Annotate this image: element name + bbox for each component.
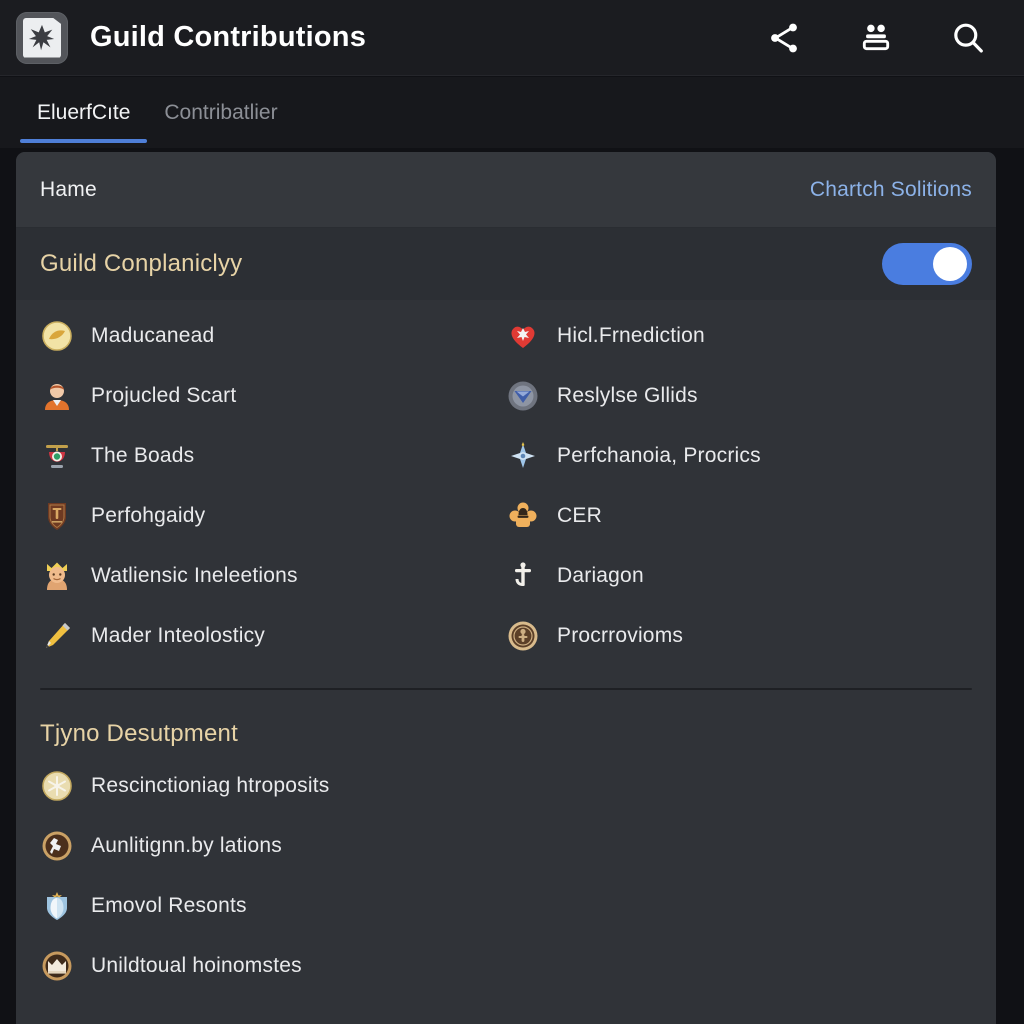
toggle-knob (933, 247, 967, 281)
list-item[interactable]: Maducanead (40, 306, 506, 366)
page-title: Guild Contributions (90, 21, 367, 53)
list-item-label: Hicl.Frnediction (557, 324, 705, 347)
list-item[interactable]: Perfohgaidy (40, 486, 506, 546)
app-icon-plate (23, 17, 61, 58)
list-item[interactable]: Dariagon (506, 546, 972, 606)
blue-compass-star-icon (506, 439, 540, 473)
crowned-head-icon (40, 559, 74, 593)
list-item-label: CER (557, 504, 602, 527)
list-item[interactable]: Rescinctioniag htroposits (40, 756, 506, 816)
list-item[interactable]: Aunlitignn.by lations (40, 816, 506, 876)
list-item[interactable]: Emovol Resonts (40, 876, 506, 936)
list-item[interactable]: Mader Inteolosticy (40, 606, 506, 666)
gold-snowflake-icon (40, 769, 74, 803)
list-item[interactable]: The Boads (40, 426, 506, 486)
section-header-guild: Guild Conplaniclyy (16, 228, 996, 300)
guild-entries-grid: Maducanead Hicl.Frnediction Projucled Sc… (16, 300, 996, 666)
app-root: Guild Contributions EluerfCıte Contribat… (0, 0, 1024, 1024)
list-item[interactable]: Procrrovioms (506, 606, 972, 666)
red-heart-shield-icon (506, 319, 540, 353)
app-bar-actions (764, 18, 1002, 58)
list-item[interactable]: Watliensic Ineleetions (40, 546, 506, 606)
bronze-medallion-icon (506, 619, 540, 653)
list-item-label: Mader Inteolosticy (91, 624, 266, 647)
bronze-crown-icon (40, 949, 74, 983)
breadcrumb-home[interactable]: Hame (40, 178, 97, 202)
list-item[interactable]: CER (506, 486, 972, 546)
list-item-label: The Boads (91, 444, 195, 467)
chartch-solitions-link[interactable]: Chartch Solitions (810, 178, 972, 202)
list-item-label: Rescinctioniag htroposits (91, 774, 330, 797)
list-item-label: Unildtoual hoinomstes (91, 954, 302, 977)
share-icon[interactable] (764, 18, 804, 58)
silver-crest-icon (40, 889, 74, 923)
list-item-empty (506, 816, 972, 876)
red-lantern-icon (40, 439, 74, 473)
section-title: Guild Conplaniclyy (40, 250, 243, 277)
app-puzzle-icon (16, 11, 68, 64)
list-item-empty (506, 936, 972, 996)
development-entries-grid: Rescinctioniag htroposits Aunlitignn.by … (16, 756, 996, 996)
list-item-label: Maducanead (91, 324, 215, 347)
brown-crest-shield-icon (40, 499, 74, 533)
tab-contribatlier[interactable]: Contribatlier (147, 77, 294, 156)
yellow-pencil-icon (40, 619, 74, 653)
list-item-empty (506, 876, 972, 936)
group-members-icon[interactable] (856, 18, 896, 58)
list-item-label: Perfchanoia, Procrics (557, 444, 761, 467)
list-item[interactable]: Reslylse Gllids (506, 366, 972, 426)
orange-bell-figure-icon (506, 499, 540, 533)
search-icon[interactable] (948, 18, 988, 58)
list-item[interactable]: Projucled Scart (40, 366, 506, 426)
guild-toggle-switch[interactable] (882, 243, 972, 285)
list-item[interactable]: Hicl.Frnediction (506, 306, 972, 366)
bronze-runner-icon (40, 829, 74, 863)
blue-chevron-badge-icon (506, 379, 540, 413)
list-item-label: Procrrovioms (557, 624, 684, 647)
tab-label: Contribatlier (164, 100, 278, 124)
contributions-card: Hame Chartch Solitions Guild Conplanicly… (16, 152, 996, 1024)
list-item-label: Aunlitignn.by lations (91, 834, 282, 857)
app-bar: Guild Contributions (0, 0, 1024, 76)
list-item-empty (506, 756, 972, 816)
section-title-development: Tjyno Desutpment (40, 720, 238, 747)
list-item[interactable]: Unildtoual hoinomstes (40, 936, 506, 996)
tab-label: EluerfCıte (37, 100, 131, 124)
orange-person-icon (40, 379, 74, 413)
list-item-label: Emovol Resonts (91, 894, 247, 917)
tab-bar: EluerfCıte Contribatlier (0, 77, 1024, 148)
list-item-label: Watliensic Ineleetions (91, 564, 298, 587)
list-item[interactable]: Perfchanoia, Procrics (506, 426, 972, 486)
list-item-label: Projucled Scart (91, 384, 237, 407)
card-topbar: Hame Chartch Solitions (16, 152, 996, 228)
list-item-label: Dariagon (557, 564, 644, 587)
white-anchor-icon (506, 559, 540, 593)
list-item-label: Reslylse Gllids (557, 384, 698, 407)
tab-eluerfcite[interactable]: EluerfCıte (20, 77, 148, 156)
list-item-label: Perfohgaidy (91, 504, 206, 527)
golden-coin-icon (40, 319, 74, 353)
